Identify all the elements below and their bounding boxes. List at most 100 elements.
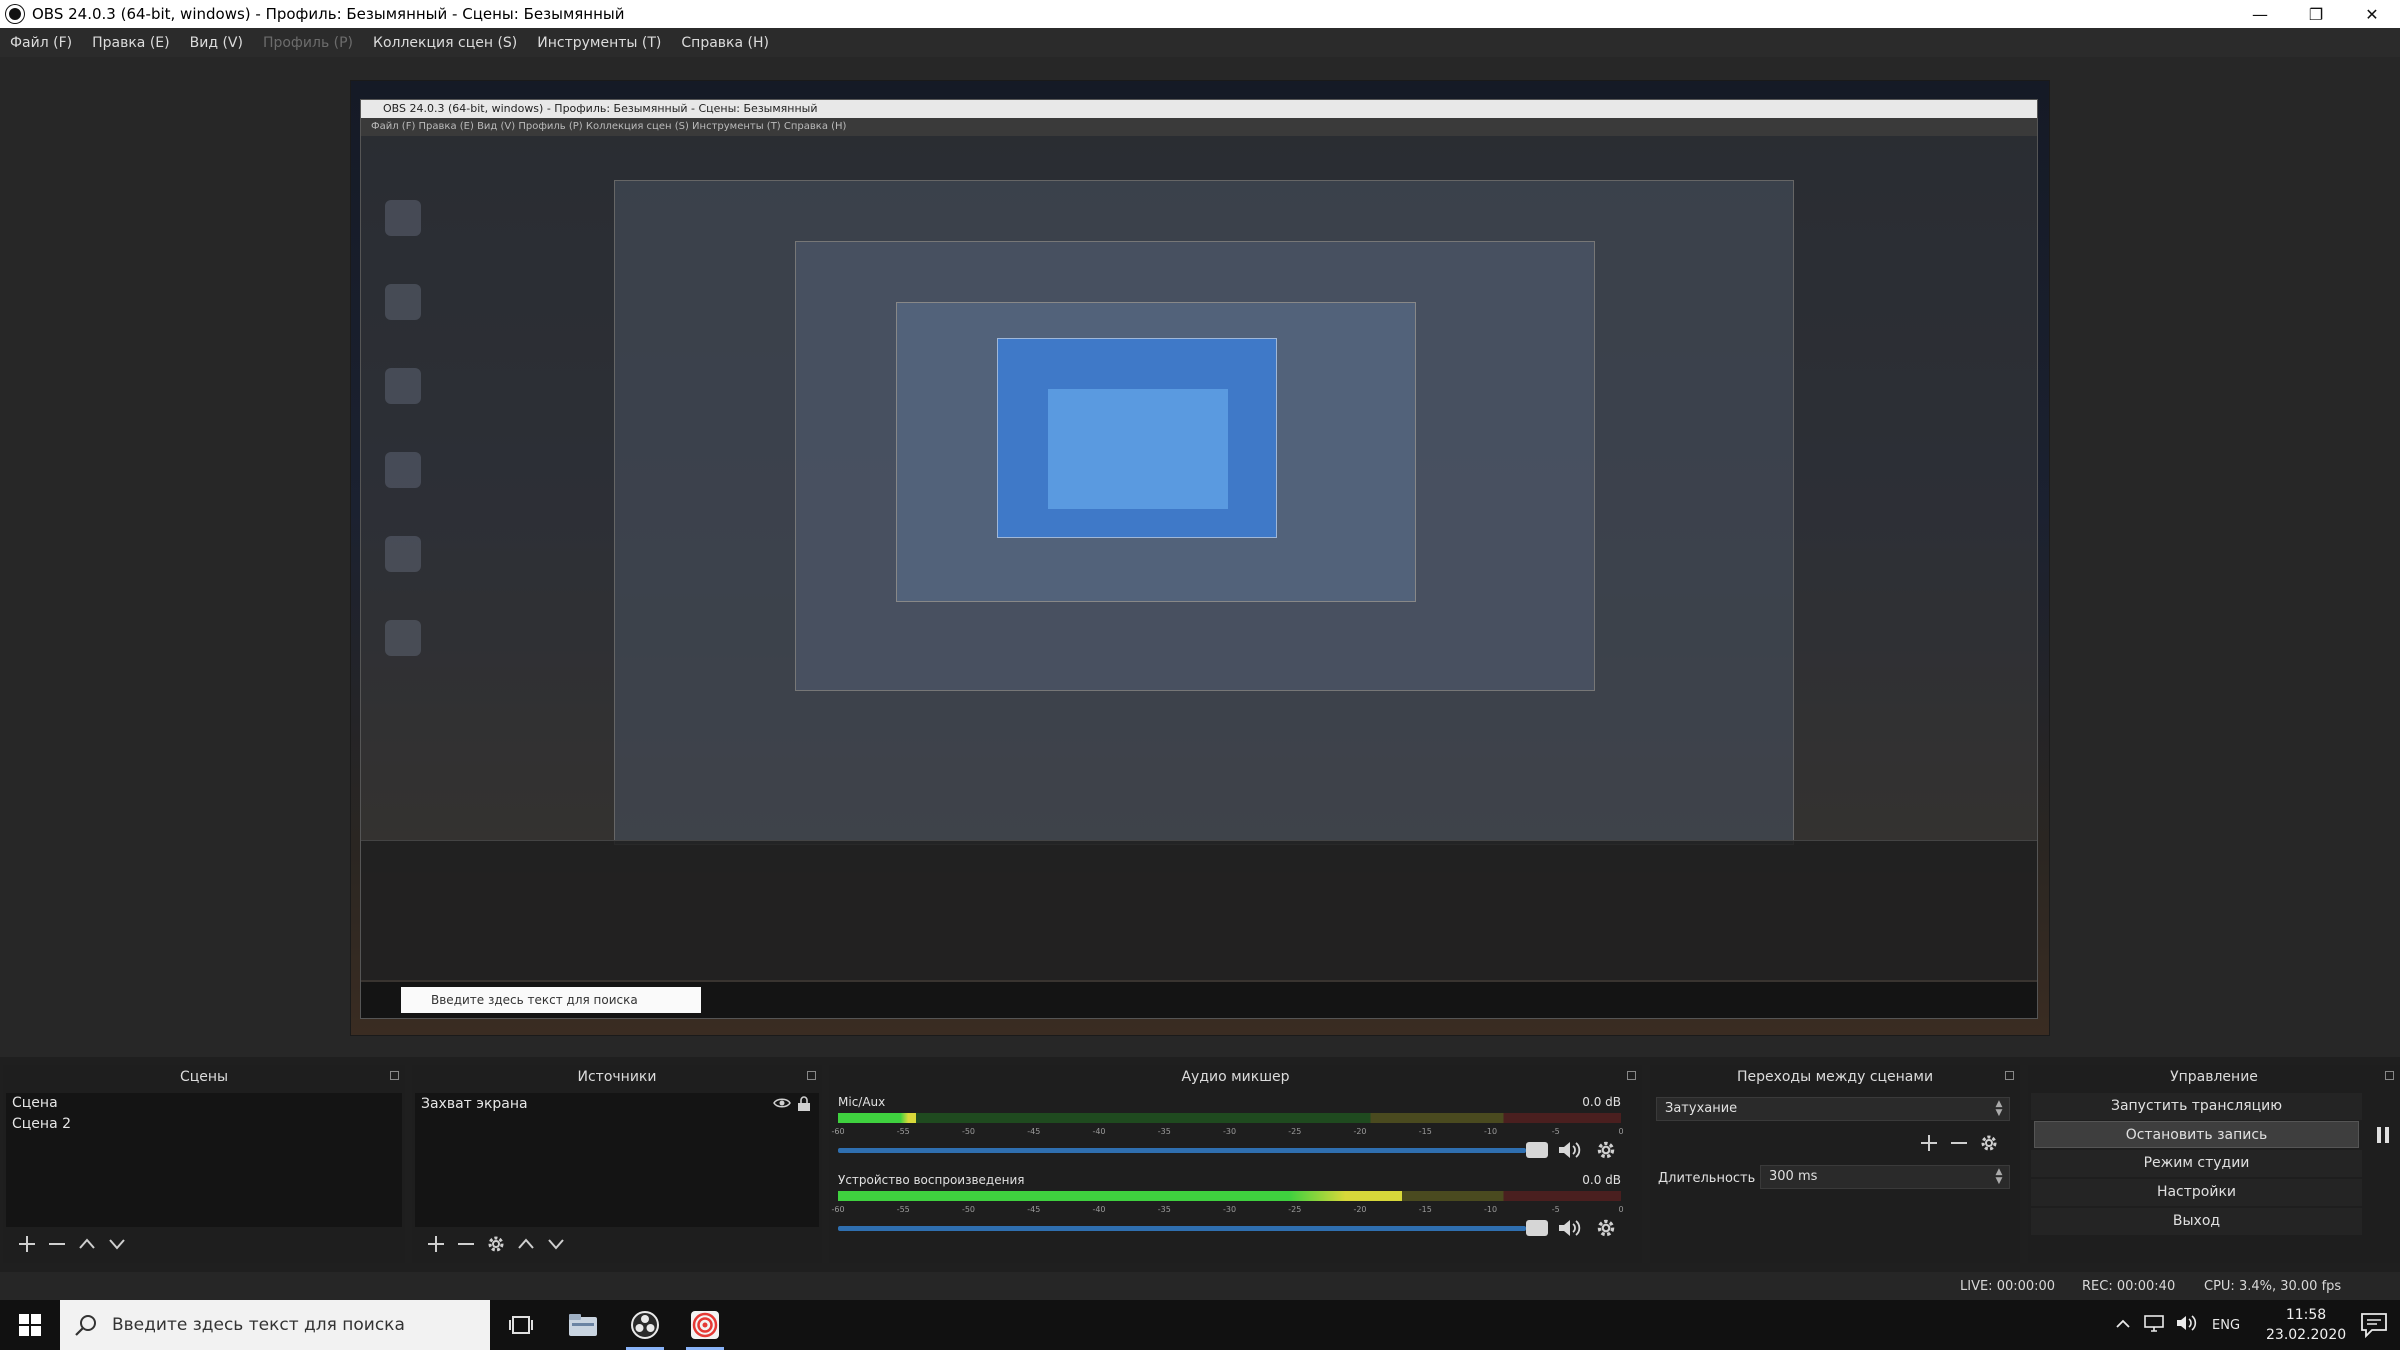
menu-profile[interactable]: Профиль (P) [263, 35, 353, 51]
live-time: LIVE: 00:00:00 [1960, 1279, 2056, 1294]
exit-button[interactable]: Выход [2031, 1208, 2362, 1235]
minus-icon [49, 1243, 65, 1245]
meter-tick-label: -5 [1551, 1205, 1560, 1214]
audio-mixer-title: Аудио микшер [1181, 1069, 1290, 1085]
window-controls: — ❐ ✕ [2232, 0, 2400, 28]
input-language[interactable]: ENG [2212, 1318, 2240, 1333]
gear-icon[interactable] [1595, 1217, 1617, 1239]
tray-expand-icon[interactable] [2116, 1318, 2130, 1333]
channel-db: 0.0 dB [1582, 1095, 1621, 1109]
volume-slider[interactable] [838, 1148, 1526, 1153]
move-scene-down-button[interactable] [102, 1230, 132, 1258]
notification-icon[interactable] [2360, 1312, 2388, 1338]
taskbar-app-obs[interactable] [620, 1305, 670, 1350]
eye-icon[interactable] [773, 1096, 791, 1110]
move-scene-up-button[interactable] [72, 1230, 102, 1258]
add-transition-button[interactable] [1914, 1129, 1944, 1157]
start-button[interactable] [0, 1300, 60, 1350]
meter-level [838, 1113, 917, 1123]
controls-dock: Управление Запустить трансляцию Останови… [2028, 1065, 2400, 1263]
gear-icon [1981, 1135, 1997, 1151]
menu-edit[interactable]: Правка (E) [92, 35, 170, 51]
nested-preview-level-5 [997, 338, 1277, 538]
meter-tick-label: -55 [896, 1127, 910, 1136]
network-icon-shape [2144, 1315, 2164, 1332]
volume-tray-icon[interactable] [2176, 1314, 2198, 1336]
menu-tools[interactable]: Инструменты (T) [537, 35, 661, 51]
nested-taskbar: Введите здесь текст для поиска [361, 982, 2037, 1018]
remove-scene-button[interactable] [42, 1230, 72, 1258]
meter-tick-label: -30 [1222, 1127, 1237, 1136]
taskbar-clock[interactable]: 11:58 23.02.2020 [2266, 1305, 2346, 1345]
pause-recording-button[interactable] [2374, 1125, 2392, 1145]
mixer-channel: Устройство воспроизведения 0.0 dB -60 -55… [831, 1173, 1624, 1251]
volume-slider[interactable] [838, 1226, 1526, 1231]
sources-dock: Источники Захват экрана [412, 1065, 822, 1263]
lock-icon[interactable] [797, 1096, 811, 1112]
scene-item[interactable]: Сцена 2 [6, 1114, 402, 1135]
move-source-down-button[interactable] [541, 1230, 571, 1258]
desktop-icon [385, 368, 421, 404]
clock-date: 23.02.2020 [2266, 1327, 2347, 1343]
menu-help[interactable]: Справка (H) [681, 35, 769, 51]
add-scene-button[interactable] [12, 1230, 42, 1258]
minimize-button[interactable]: — [2232, 0, 2288, 28]
menu-scene-collection[interactable]: Коллекция сцен (S) [373, 35, 517, 51]
taskbar-search[interactable]: Введите здесь текст для поиска [60, 1300, 490, 1350]
remove-source-button[interactable] [451, 1230, 481, 1258]
transition-properties-button[interactable] [1974, 1129, 2004, 1157]
source-item[interactable]: Захват экрана [415, 1093, 819, 1115]
remove-transition-button[interactable] [1944, 1129, 1974, 1157]
program-preview[interactable]: OBS 24.0.3 (64-bit, windows) - Профиль: … [350, 80, 2050, 1036]
studio-mode-button[interactable]: Режим студии [2031, 1150, 2362, 1177]
source-properties-button[interactable] [481, 1230, 511, 1258]
scenes-list: Сцена Сцена 2 [6, 1093, 402, 1227]
nested-search-box: Введите здесь текст для поиска [401, 987, 701, 1013]
file-explorer-icon [569, 1314, 597, 1336]
transition-select[interactable]: Затухание ▲ ▼ [1656, 1097, 2010, 1121]
move-source-up-button[interactable] [511, 1230, 541, 1258]
menu-view[interactable]: Вид (V) [190, 35, 243, 51]
target-app-icon [691, 1311, 719, 1339]
settings-button[interactable]: Настройки [2031, 1179, 2362, 1206]
chevron-up-icon [79, 1238, 95, 1249]
nested-obs-window: OBS 24.0.3 (64-bit, windows) - Профиль: … [360, 99, 2038, 1019]
pause-icon [2377, 1127, 2389, 1143]
undock-icon[interactable] [1627, 1071, 1636, 1080]
duration-spinbox[interactable]: 300 ms ▲ ▼ [1760, 1165, 2010, 1189]
volume-meter [838, 1113, 1621, 1123]
add-source-button[interactable] [421, 1230, 451, 1258]
plus-icon [1921, 1135, 1937, 1151]
taskbar-app-target[interactable] [680, 1305, 730, 1350]
scenes-dock-title: Сцены [179, 1069, 229, 1085]
speaker-icon[interactable] [1557, 1139, 1583, 1161]
meter-tick-label: -30 [1222, 1205, 1237, 1214]
meter-tick-label: -60 [831, 1127, 845, 1136]
undock-icon[interactable] [2005, 1071, 2014, 1080]
menu-file[interactable]: Файл (F) [10, 35, 72, 51]
meter-tick-label: -35 [1157, 1205, 1171, 1214]
restore-button[interactable]: ❐ [2288, 0, 2344, 28]
stop-recording-button[interactable]: Остановить запись [2034, 1121, 2359, 1148]
transition-selected: Затухание [1665, 1101, 1738, 1116]
scenes-toolbar [6, 1229, 402, 1259]
nested-preview-level-3 [795, 241, 1595, 691]
undock-icon[interactable] [2385, 1071, 2394, 1080]
start-streaming-button[interactable]: Запустить трансляцию [2031, 1093, 2362, 1120]
gear-icon[interactable] [1595, 1139, 1617, 1161]
status-bar: LIVE: 00:00:00 REC: 00:00:40 CPU: 3.4%, … [0, 1272, 2400, 1300]
undock-icon[interactable] [807, 1071, 816, 1080]
meter-tick-label: -20 [1353, 1205, 1367, 1214]
volume-slider-handle[interactable] [1526, 1220, 1548, 1236]
meter-tick-label: -25 [1288, 1205, 1302, 1214]
speaker-icon[interactable] [1557, 1217, 1583, 1239]
undock-icon[interactable] [390, 1071, 399, 1080]
close-button[interactable]: ✕ [2344, 0, 2400, 28]
task-view-button[interactable] [496, 1305, 546, 1345]
search-icon [75, 1315, 96, 1336]
scene-item[interactable]: Сцена [6, 1093, 402, 1114]
network-icon[interactable] [2144, 1314, 2164, 1336]
taskbar-app-explorer[interactable] [558, 1305, 608, 1345]
task-view-icon [509, 1316, 533, 1334]
volume-slider-handle[interactable] [1526, 1142, 1548, 1158]
